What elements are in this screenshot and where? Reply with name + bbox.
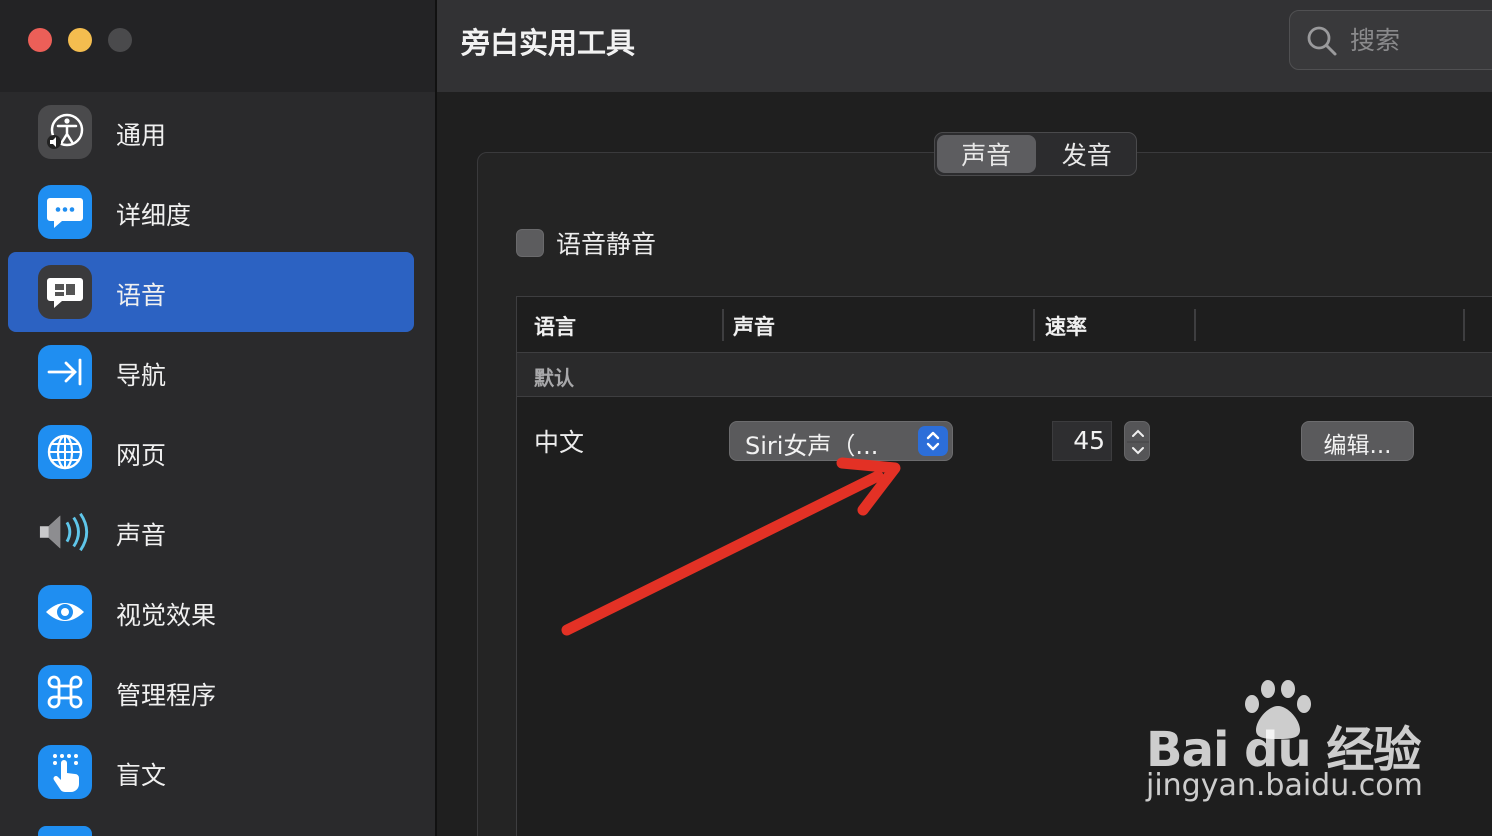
chevron-up-down-icon bbox=[918, 426, 948, 456]
search-icon bbox=[1307, 26, 1337, 56]
mute-speech-label: 语音静音 bbox=[556, 230, 657, 259]
sidebar: 通用 详细度 语音 导航 网页 声音 视觉效果 管理程序 盲文 bbox=[0, 0, 435, 836]
column-header-language[interactable]: 语言 bbox=[534, 311, 576, 341]
sidebar-titlebar bbox=[0, 0, 435, 92]
sidebar-item-braille[interactable]: 盲文 bbox=[8, 732, 414, 812]
eye-icon bbox=[38, 585, 92, 639]
sidebar-item-label: 网页 bbox=[116, 441, 167, 470]
rate-stepper[interactable] bbox=[1124, 421, 1150, 461]
sidebar-item-label: 导航 bbox=[116, 361, 167, 390]
command-icon bbox=[38, 665, 92, 719]
edit-button[interactable]: 编辑... bbox=[1301, 421, 1414, 461]
sidebar-item-label: 盲文 bbox=[116, 761, 167, 790]
sidebar-item-label: 管理程序 bbox=[116, 681, 217, 710]
segmented-control: 声音 发音 bbox=[934, 132, 1137, 176]
search-box[interactable] bbox=[1289, 10, 1492, 70]
titlebar: 旁白实用工具 bbox=[437, 0, 1492, 92]
sidebar-item-visuals[interactable]: 视觉效果 bbox=[8, 572, 414, 652]
mute-speech-row: 语音静音 bbox=[516, 225, 656, 261]
voices-table: 语言 声音 速率 默认 中文 Siri女声（... 45 编辑... bbox=[516, 296, 1492, 836]
column-separator bbox=[1194, 309, 1196, 341]
sidebar-item-label: 通用 bbox=[116, 121, 167, 150]
minimize-window-button[interactable] bbox=[68, 28, 92, 52]
accessibility-icon bbox=[38, 105, 92, 159]
arrow-to-bar-icon bbox=[38, 345, 92, 399]
column-separator bbox=[722, 309, 724, 341]
column-separator bbox=[1033, 309, 1035, 341]
table-header: 语言 声音 速率 bbox=[517, 297, 1492, 353]
column-header-voice[interactable]: 声音 bbox=[733, 311, 775, 341]
sidebar-item-label: 视觉效果 bbox=[116, 601, 217, 630]
rate-field[interactable]: 45 bbox=[1052, 421, 1112, 461]
sidebar-item-navigation[interactable]: 导航 bbox=[8, 332, 414, 412]
braille-hand-icon bbox=[38, 745, 92, 799]
speech-bubble-icon bbox=[38, 185, 92, 239]
sidebar-item-label: 详细度 bbox=[116, 201, 192, 230]
page-title: 旁白实用工具 bbox=[461, 26, 636, 60]
sidebar-item-general[interactable]: 通用 bbox=[8, 92, 414, 172]
sidebar-item-speech[interactable]: 语音 bbox=[8, 252, 414, 332]
sidebar-item-sound[interactable]: 声音 bbox=[8, 492, 414, 572]
stepper-arrows-icon bbox=[1127, 429, 1149, 455]
sidebar-item-commanders[interactable]: 管理程序 bbox=[8, 652, 414, 732]
group-row-default: 默认 bbox=[517, 353, 1492, 397]
speaker-icon bbox=[38, 505, 92, 559]
column-header-rate[interactable]: 速率 bbox=[1045, 311, 1087, 341]
voice-popup-button[interactable]: Siri女声（... bbox=[729, 421, 953, 461]
search-input[interactable] bbox=[1350, 23, 1490, 57]
group-label: 默认 bbox=[534, 366, 574, 390]
voice-bubble-icon bbox=[38, 265, 92, 319]
tab-pronunciation[interactable]: 发音 bbox=[1038, 133, 1137, 175]
sidebar-item-label: 声音 bbox=[116, 521, 167, 550]
table-cell-language: 中文 bbox=[534, 428, 585, 457]
sidebar-item-verbosity[interactable]: 详细度 bbox=[8, 172, 414, 252]
sidebar-item-next-icon bbox=[38, 826, 92, 836]
close-window-button[interactable] bbox=[28, 28, 52, 52]
globe-icon bbox=[38, 425, 92, 479]
voice-popup-value: Siri女声（... bbox=[745, 432, 879, 460]
main-content: 声音 发音 语音静音 语言 声音 速率 默认 中文 Siri女声（... 45 … bbox=[437, 92, 1492, 836]
zoom-window-button[interactable] bbox=[108, 28, 132, 52]
tab-voices[interactable]: 声音 bbox=[937, 135, 1036, 173]
sidebar-item-web[interactable]: 网页 bbox=[8, 412, 414, 492]
mute-speech-checkbox[interactable] bbox=[516, 229, 544, 257]
column-separator bbox=[1463, 309, 1465, 341]
sidebar-item-label: 语音 bbox=[116, 281, 167, 310]
